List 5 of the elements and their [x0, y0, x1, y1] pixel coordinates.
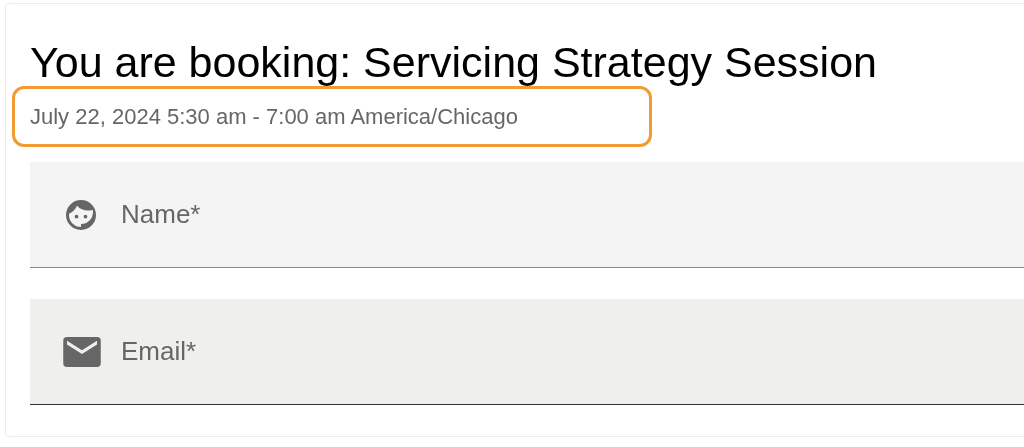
- face-icon: [63, 197, 99, 233]
- name-field[interactable]: Name*: [30, 162, 1024, 268]
- booking-heading: You are booking: Servicing Strategy Session: [30, 37, 877, 88]
- email-field[interactable]: Email*: [30, 299, 1024, 405]
- schedule-text: July 22, 2024 5:30 am - 7:00 am America/Chicago: [30, 103, 518, 131]
